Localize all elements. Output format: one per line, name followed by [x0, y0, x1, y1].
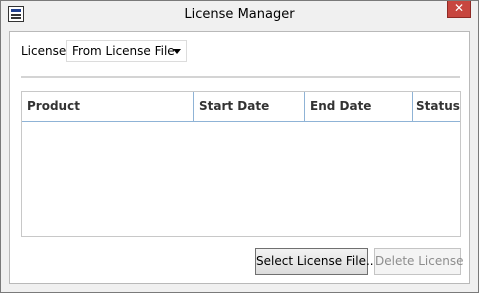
table-header: Product Start Date End Date Status [22, 92, 460, 122]
column-header-product[interactable]: Product [22, 92, 193, 121]
license-label: License: [21, 44, 71, 58]
separator [21, 76, 460, 78]
delete-license-button[interactable]: Delete License [374, 248, 463, 275]
column-header-end-date[interactable]: End Date [305, 92, 412, 121]
dropdown-arrow-icon [173, 49, 181, 54]
license-manager-window: License Manager ✕ License: From License … [0, 0, 479, 293]
dialog-content: License: From License File Product Start… [9, 31, 470, 284]
license-table[interactable]: Product Start Date End Date Status [21, 91, 461, 237]
column-header-start-date[interactable]: Start Date [194, 92, 304, 121]
select-license-file-button[interactable]: Select License File... [255, 248, 377, 275]
license-source-value: From License File [72, 44, 175, 58]
close-icon: ✕ [453, 1, 465, 15]
license-source-dropdown[interactable]: From License File [66, 40, 187, 62]
title-bar[interactable]: License Manager ✕ [1, 1, 478, 31]
column-header-status[interactable]: Status [413, 92, 460, 121]
window-title: License Manager [184, 7, 295, 22]
close-button[interactable]: ✕ [447, 1, 471, 18]
